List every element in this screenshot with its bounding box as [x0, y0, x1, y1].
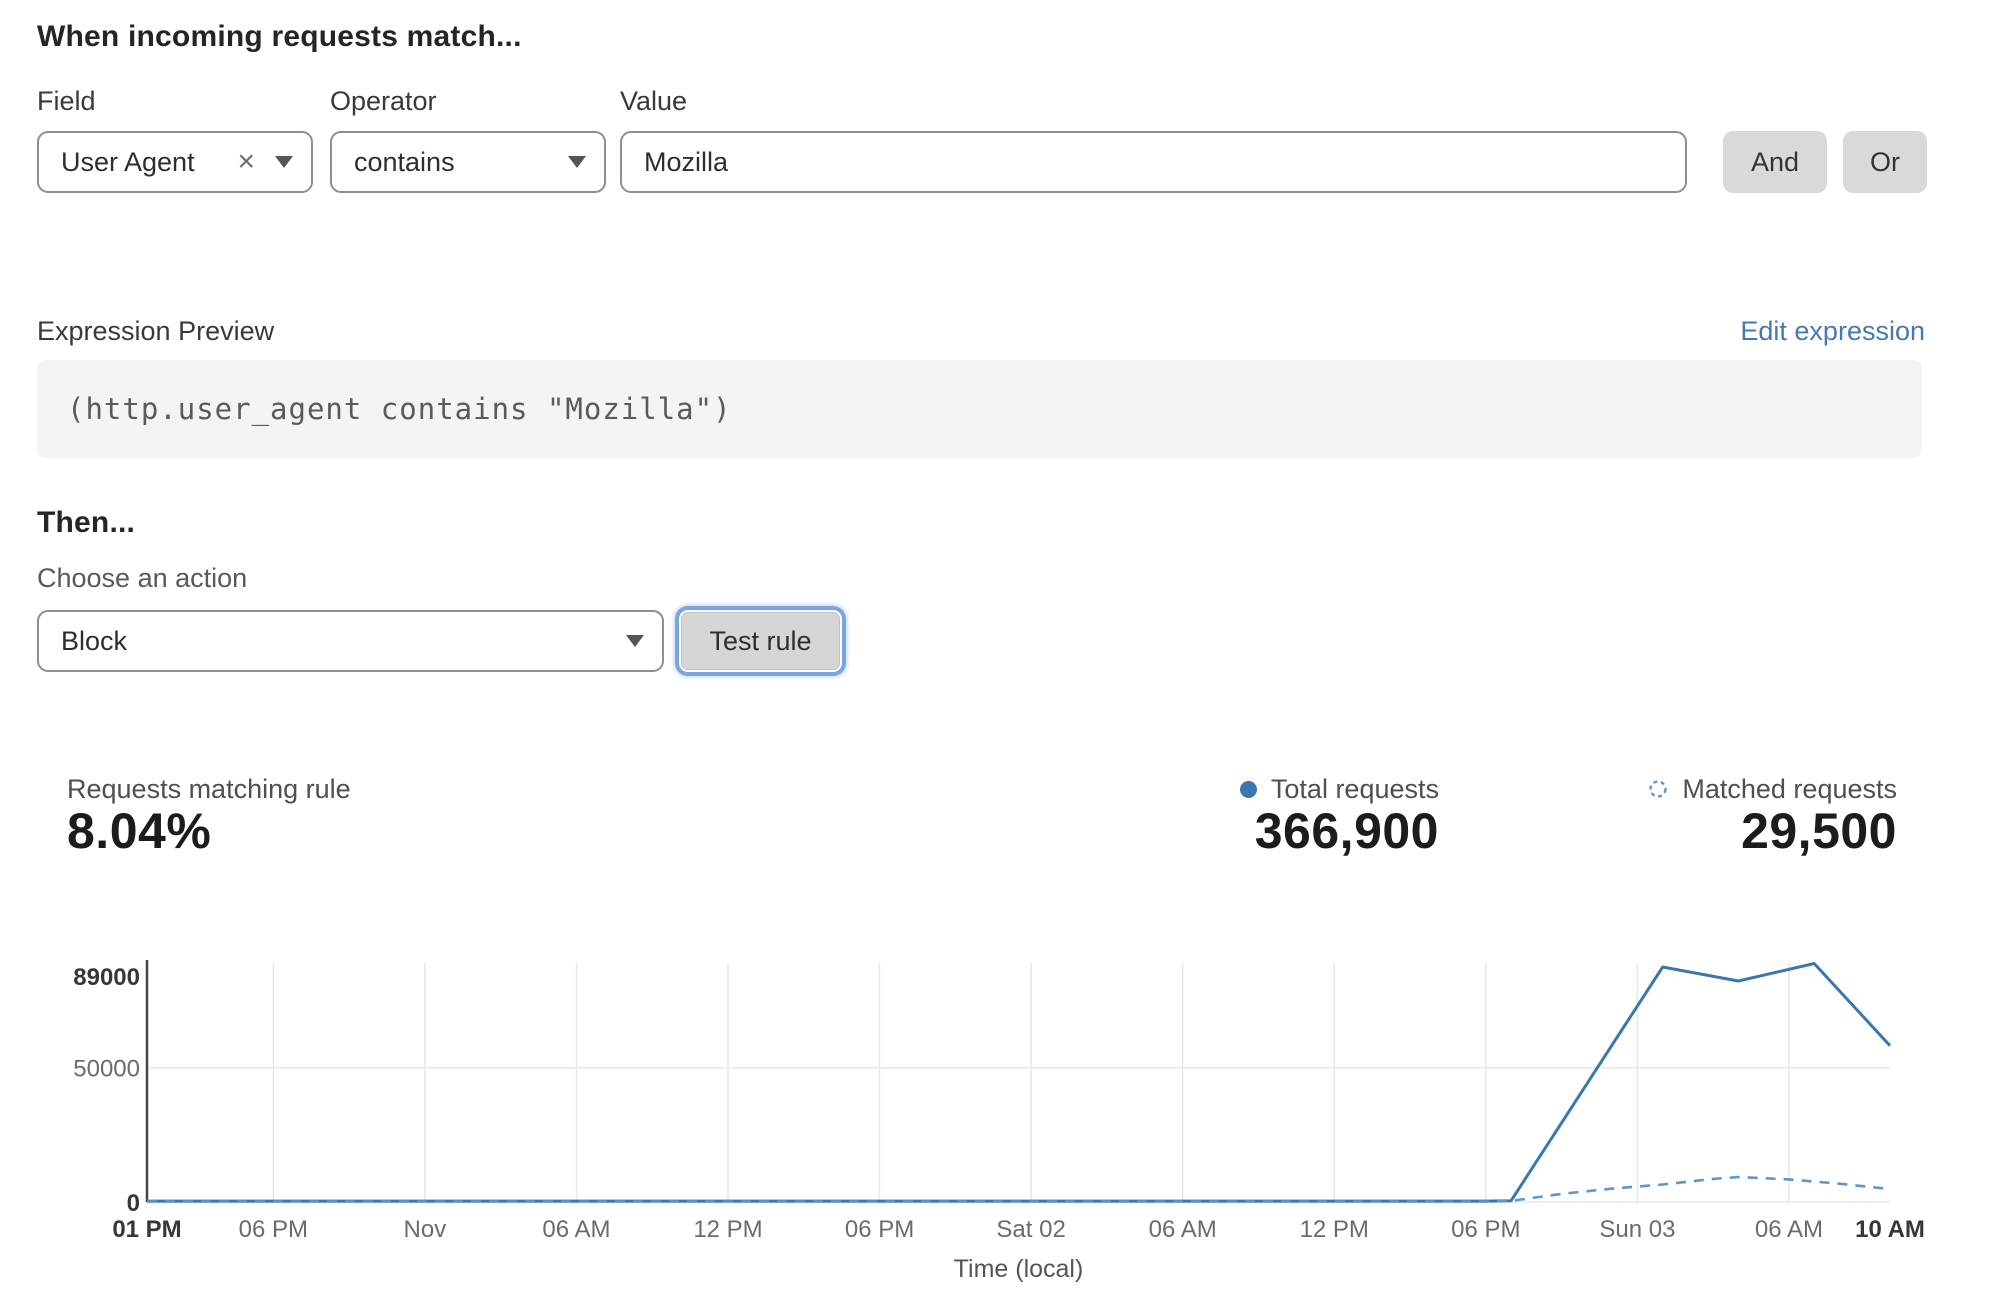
matched-requests-value: 29,500 [1741, 802, 1897, 860]
x-axis-title: Time (local) [954, 1255, 1084, 1283]
x-axis-tick-label: Nov [404, 1216, 447, 1243]
x-axis-tick-label: 10 AM [1855, 1216, 1925, 1243]
choose-action-label: Choose an action [37, 563, 247, 594]
series-line-solid [147, 964, 1890, 1202]
x-axis-tick-label: 12 PM [1300, 1216, 1369, 1243]
field-select[interactable]: User Agent × [37, 131, 313, 193]
total-requests-legend: Total requests [1240, 772, 1439, 806]
y-axis-tick-label: 0 [127, 1190, 140, 1217]
operator-select[interactable]: contains [330, 131, 606, 193]
match-section-heading: When incoming requests match... [37, 20, 522, 54]
total-requests-value: 366,900 [1255, 802, 1439, 860]
requests-matching-label-text: Requests matching rule [67, 774, 351, 805]
firewall-rule-editor: When incoming requests match... Field Op… [0, 0, 1999, 1295]
requests-chart: 01 PM 06 PM Nov 06 AM 12 PM 06 PM Sat 02 06 AM 1… [0, 930, 1999, 1295]
expression-code-box: (http.user_agent contains "Mozilla") [37, 360, 1922, 458]
clear-field-icon[interactable]: × [237, 147, 255, 177]
field-label: Field [37, 86, 96, 117]
operator-label: Operator [330, 86, 437, 117]
edit-expression-link[interactable]: Edit expression [1740, 316, 1925, 347]
expression-preview-label: Expression Preview [37, 316, 274, 347]
x-axis-tick-label: 06 PM [1451, 1216, 1520, 1243]
x-axis-tick-label: 06 PM [239, 1216, 308, 1243]
x-axis-tick-label: 06 PM [845, 1216, 914, 1243]
x-axis-tick-label: Sun 03 [1599, 1216, 1675, 1243]
operator-select-value: contains [354, 147, 455, 178]
chevron-down-icon [275, 156, 293, 168]
test-rule-button[interactable]: Test rule [681, 612, 840, 670]
x-axis-tick-label: 06 AM [1149, 1216, 1217, 1243]
requests-matching-label: Requests matching rule [67, 772, 351, 806]
x-axis-tick-label: Sat 02 [996, 1216, 1065, 1243]
and-button[interactable]: And [1723, 131, 1827, 193]
x-axis-tick-label: 01 PM [112, 1216, 181, 1243]
value-label: Value [620, 86, 687, 117]
total-requests-dot-icon [1240, 781, 1257, 798]
dashed-circle-icon [1648, 779, 1668, 799]
chevron-down-icon [626, 635, 644, 647]
chevron-down-icon [568, 156, 586, 168]
matched-requests-label: Matched requests [1682, 774, 1897, 805]
x-axis-tick-label: 12 PM [693, 1216, 762, 1243]
action-select[interactable]: Block [37, 610, 664, 672]
then-section-heading: Then... [37, 506, 135, 540]
value-input[interactable] [620, 131, 1687, 193]
requests-matching-value: 8.04% [67, 802, 211, 860]
or-button[interactable]: Or [1843, 131, 1927, 193]
expression-code: (http.user_agent contains "Mozilla") [67, 392, 732, 426]
total-requests-label: Total requests [1271, 774, 1439, 805]
x-axis-tick-label: 06 AM [542, 1216, 610, 1243]
field-select-value: User Agent [61, 147, 195, 178]
matched-requests-legend: Matched requests [1648, 772, 1897, 806]
series-line-dashed [147, 1177, 1890, 1202]
y-axis-tick-label: 50000 [73, 1056, 140, 1083]
x-axis-tick-label: 06 AM [1755, 1216, 1823, 1243]
action-select-value: Block [61, 626, 127, 657]
y-axis-tick-label: 89000 [73, 964, 140, 991]
